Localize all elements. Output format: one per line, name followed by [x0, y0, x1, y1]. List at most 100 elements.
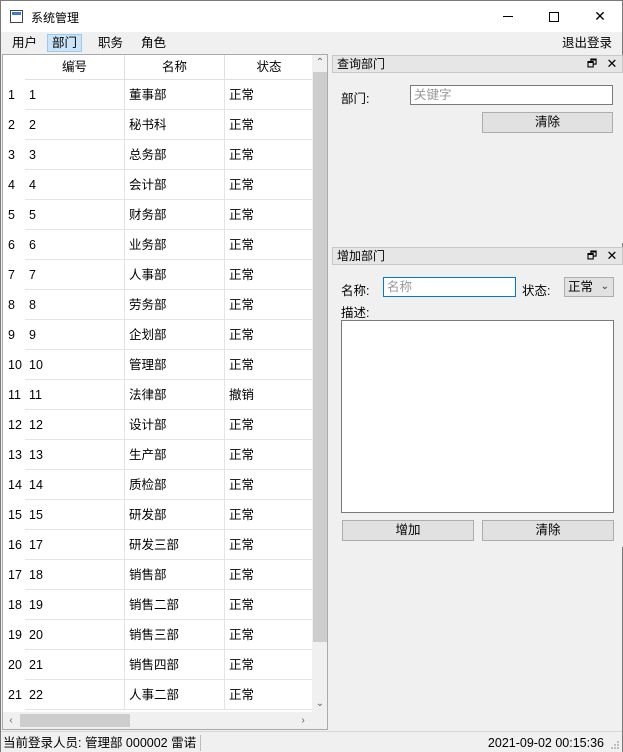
table-row[interactable]: 12 12 设计部 正常 — [3, 410, 313, 440]
table-row[interactable]: 3 3 总务部 正常 — [3, 140, 313, 170]
menu-role[interactable]: 角色 — [137, 34, 170, 52]
cell-status[interactable]: 正常 — [225, 260, 313, 290]
vertical-scroll-thumb[interactable] — [313, 72, 327, 642]
cell-id[interactable]: 6 — [25, 230, 125, 260]
cell-status[interactable]: 正常 — [225, 350, 313, 380]
cell-status[interactable]: 正常 — [225, 110, 313, 140]
keyword-input[interactable]: 关键字 — [410, 85, 613, 105]
row-number[interactable]: 7 — [3, 260, 25, 290]
cell-id[interactable]: 5 — [25, 200, 125, 230]
close-button[interactable]: ✕ — [577, 1, 623, 32]
cell-status[interactable]: 正常 — [225, 650, 313, 680]
resize-grip-icon[interactable] — [610, 740, 620, 750]
float-icon[interactable]: 🗗 — [586, 58, 598, 70]
cell-id[interactable]: 15 — [25, 500, 125, 530]
add-panel-title-bar[interactable]: 增加部门 🗗 ✕ — [332, 247, 623, 265]
column-header-name[interactable]: 名称 — [125, 55, 225, 80]
add-button[interactable]: 增加 — [342, 520, 474, 541]
cell-id[interactable]: 1 — [25, 80, 125, 110]
scroll-up-icon[interactable]: ⌃ — [312, 55, 327, 71]
cell-id[interactable]: 22 — [25, 680, 125, 710]
cell-id[interactable]: 4 — [25, 170, 125, 200]
cell-status[interactable]: 正常 — [225, 290, 313, 320]
table-row[interactable]: 10 10 管理部 正常 — [3, 350, 313, 380]
table-row[interactable]: 11 11 法律部 撤销 — [3, 380, 313, 410]
status-select[interactable]: 正常 ⌄ — [564, 277, 614, 297]
cell-status[interactable]: 正常 — [225, 320, 313, 350]
minimize-button[interactable] — [485, 1, 531, 32]
table-corner[interactable] — [3, 55, 25, 80]
cell-name[interactable]: 董事部 — [125, 80, 225, 110]
cell-status[interactable]: 正常 — [225, 560, 313, 590]
cell-name[interactable]: 业务部 — [125, 230, 225, 260]
cell-name[interactable]: 总务部 — [125, 140, 225, 170]
row-number[interactable]: 6 — [3, 230, 25, 260]
horizontal-scroll-thumb[interactable] — [20, 714, 130, 727]
cell-name[interactable]: 法律部 — [125, 380, 225, 410]
table-row[interactable]: 18 19 销售二部 正常 — [3, 590, 313, 620]
cell-status[interactable]: 正常 — [225, 680, 313, 710]
menu-user[interactable]: 用户 — [8, 34, 41, 52]
cell-id[interactable]: 7 — [25, 260, 125, 290]
scroll-right-icon[interactable]: › — [295, 712, 311, 729]
cell-name[interactable]: 销售二部 — [125, 590, 225, 620]
table-row[interactable]: 15 15 研发部 正常 — [3, 500, 313, 530]
cell-name[interactable]: 销售三部 — [125, 620, 225, 650]
row-number[interactable]: 17 — [3, 560, 25, 590]
row-number[interactable]: 3 — [3, 140, 25, 170]
cell-id[interactable]: 21 — [25, 650, 125, 680]
row-number[interactable]: 5 — [3, 200, 25, 230]
column-header-status[interactable]: 状态 — [225, 55, 313, 80]
cell-name[interactable]: 研发三部 — [125, 530, 225, 560]
description-textarea[interactable] — [341, 320, 614, 513]
cell-name[interactable]: 劳务部 — [125, 290, 225, 320]
cell-id[interactable]: 2 — [25, 110, 125, 140]
row-number[interactable]: 21 — [3, 680, 25, 710]
table-row[interactable]: 1 1 董事部 正常 — [3, 80, 313, 110]
row-number[interactable]: 2 — [3, 110, 25, 140]
cell-status[interactable]: 撤销 — [225, 380, 313, 410]
cell-name[interactable]: 人事二部 — [125, 680, 225, 710]
row-number[interactable]: 1 — [3, 80, 25, 110]
float-icon[interactable]: 🗗 — [586, 250, 598, 262]
row-number[interactable]: 12 — [3, 410, 25, 440]
table-row[interactable]: 14 14 质检部 正常 — [3, 470, 313, 500]
cell-name[interactable]: 生产部 — [125, 440, 225, 470]
name-input[interactable]: 名称 — [383, 277, 516, 297]
cell-id[interactable]: 13 — [25, 440, 125, 470]
cell-status[interactable]: 正常 — [225, 230, 313, 260]
table-row[interactable]: 9 9 企划部 正常 — [3, 320, 313, 350]
cell-id[interactable]: 18 — [25, 560, 125, 590]
row-number[interactable]: 18 — [3, 590, 25, 620]
cell-name[interactable]: 人事部 — [125, 260, 225, 290]
cell-id[interactable]: 12 — [25, 410, 125, 440]
row-number[interactable]: 8 — [3, 290, 25, 320]
cell-status[interactable]: 正常 — [225, 140, 313, 170]
row-number[interactable]: 14 — [3, 470, 25, 500]
row-number[interactable]: 13 — [3, 440, 25, 470]
scroll-down-icon[interactable]: ⌄ — [312, 696, 327, 712]
table-row[interactable]: 7 7 人事部 正常 — [3, 260, 313, 290]
table-row[interactable]: 20 21 销售四部 正常 — [3, 650, 313, 680]
horizontal-scrollbar[interactable]: ‹ › — [3, 712, 312, 729]
table-row[interactable]: 17 18 销售部 正常 — [3, 560, 313, 590]
cell-name[interactable]: 企划部 — [125, 320, 225, 350]
cell-status[interactable]: 正常 — [225, 410, 313, 440]
row-number[interactable]: 16 — [3, 530, 25, 560]
column-header-id[interactable]: ⌄ 编号 — [25, 55, 125, 80]
query-panel-title-bar[interactable]: 查询部门 🗗 ✕ — [332, 55, 623, 73]
row-number[interactable]: 4 — [3, 170, 25, 200]
table-row[interactable]: 8 8 劳务部 正常 — [3, 290, 313, 320]
menu-position[interactable]: 职务 — [94, 34, 127, 52]
cell-status[interactable]: 正常 — [225, 500, 313, 530]
cell-status[interactable]: 正常 — [225, 80, 313, 110]
row-number[interactable]: 11 — [3, 380, 25, 410]
cell-status[interactable]: 正常 — [225, 470, 313, 500]
table-row[interactable]: 2 2 秘书科 正常 — [3, 110, 313, 140]
cell-name[interactable]: 质检部 — [125, 470, 225, 500]
cell-name[interactable]: 会计部 — [125, 170, 225, 200]
vertical-scrollbar[interactable]: ⌃ ⌄ — [312, 55, 327, 712]
cell-id[interactable]: 20 — [25, 620, 125, 650]
row-number[interactable]: 9 — [3, 320, 25, 350]
maximize-button[interactable] — [531, 1, 577, 32]
